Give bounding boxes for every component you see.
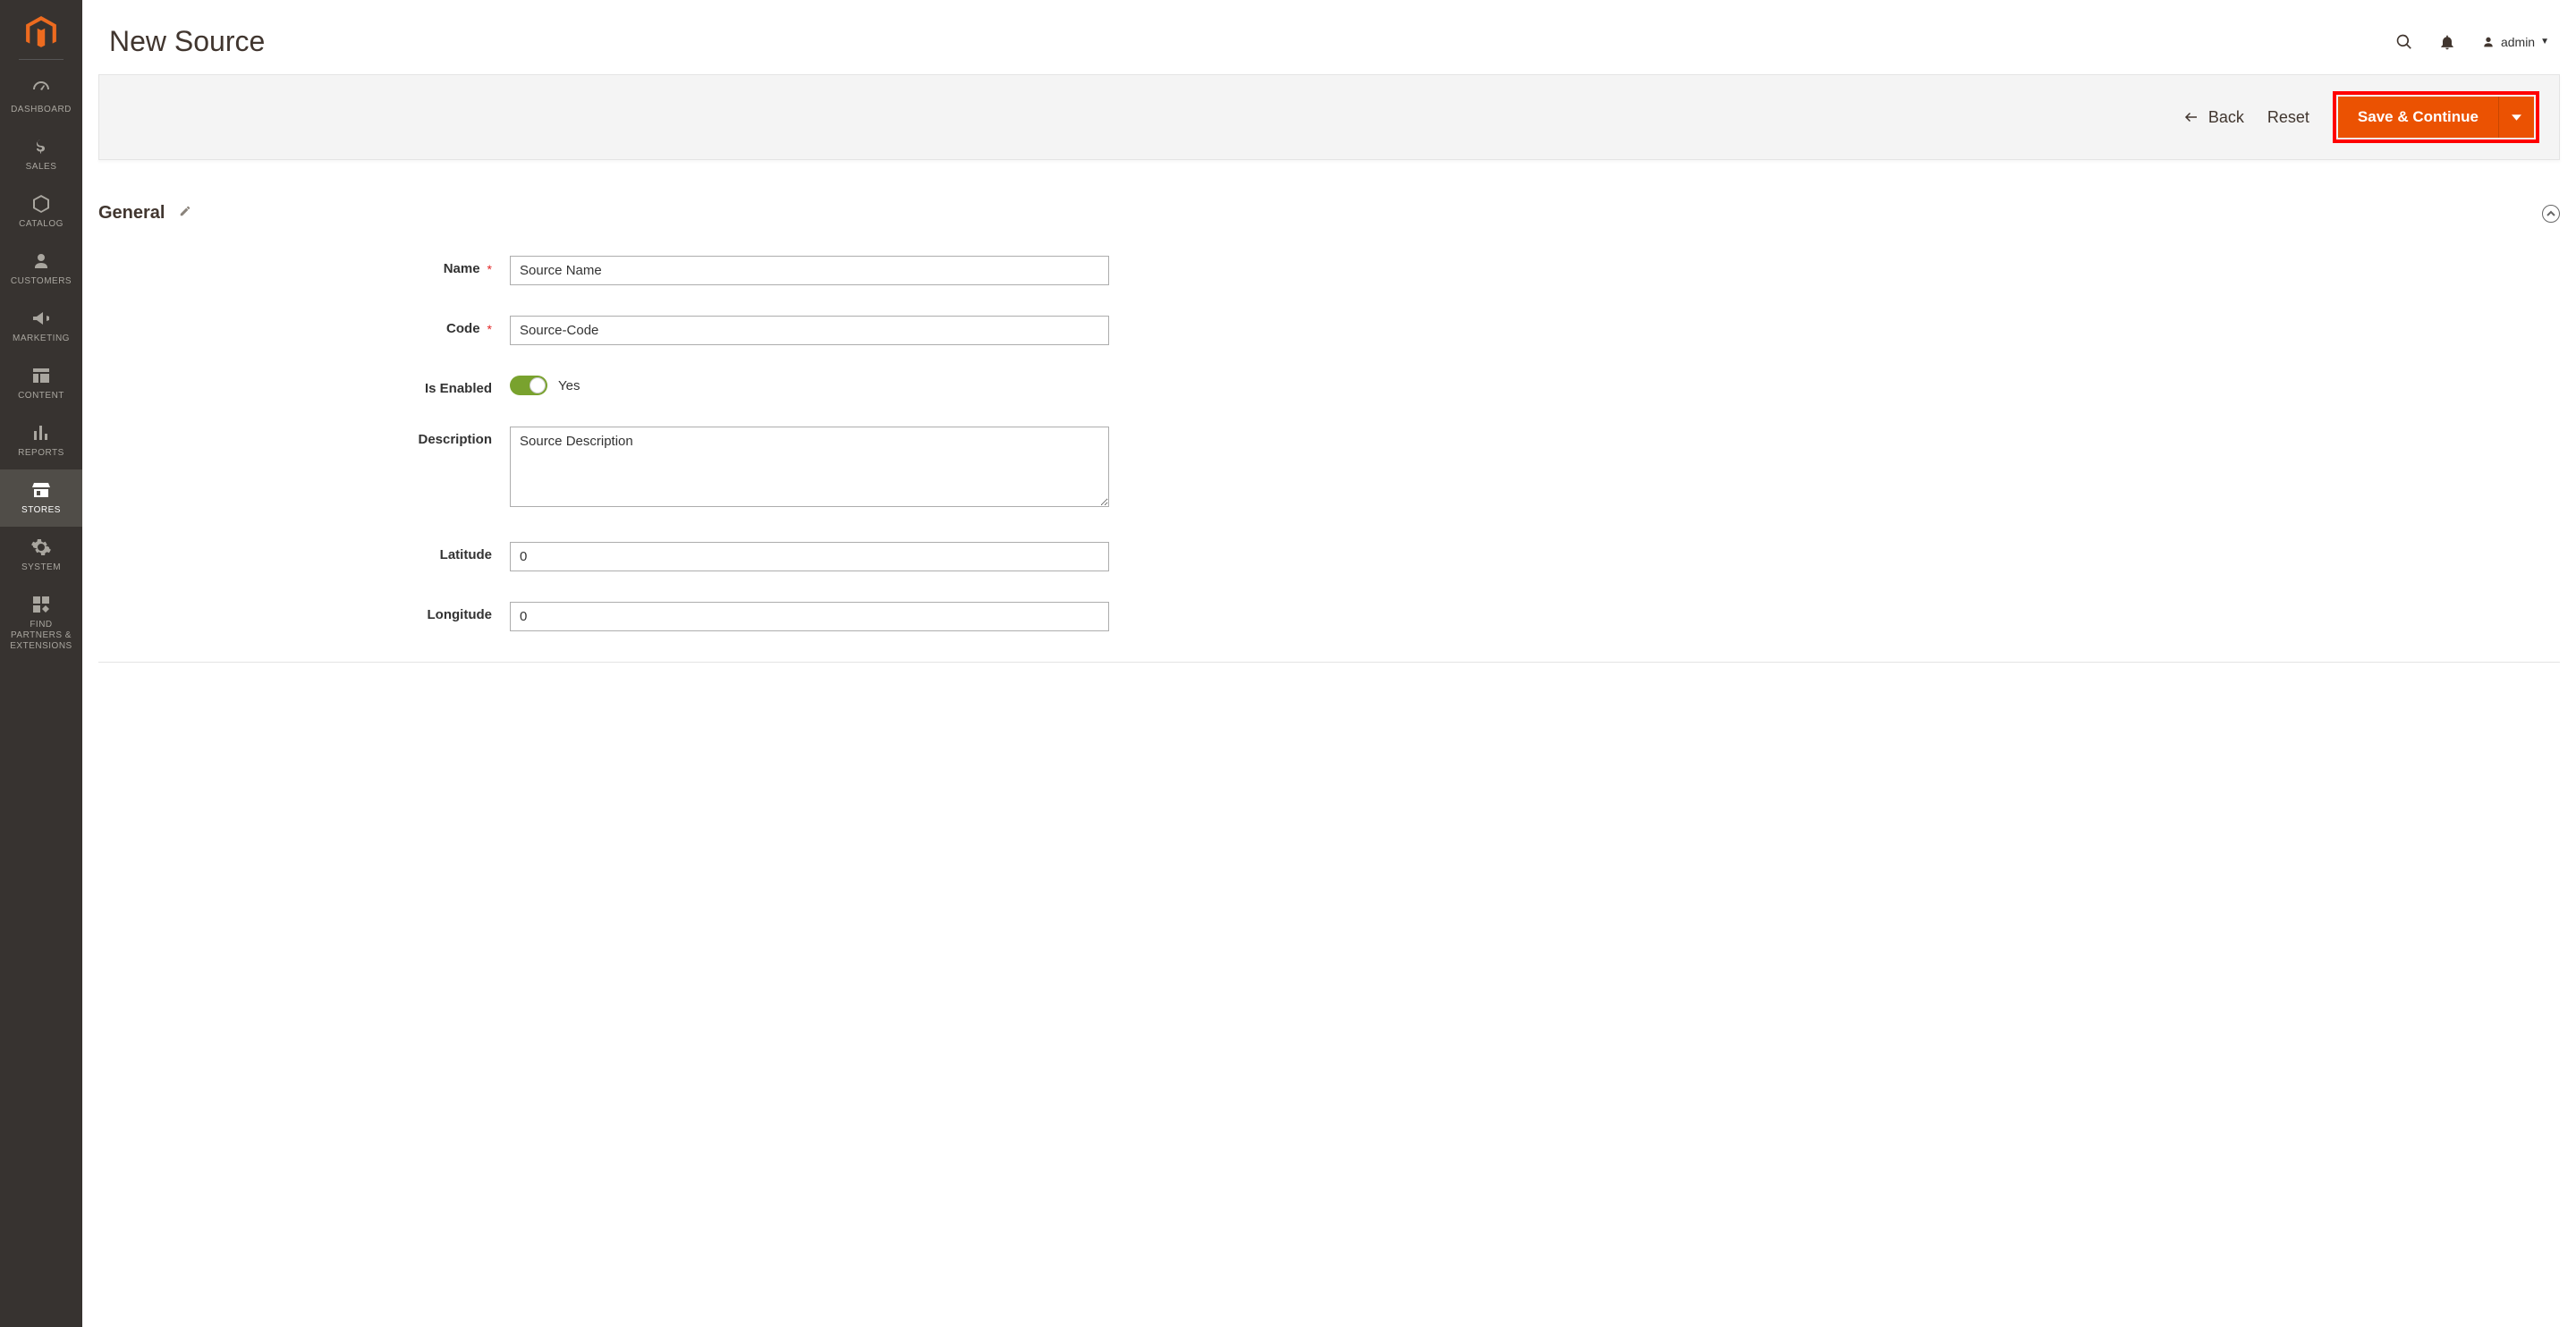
- page-title: New Source: [109, 25, 265, 58]
- save-highlight: Save & Continue: [2333, 91, 2539, 143]
- name-label: Name: [444, 261, 480, 276]
- sidebar-item-reports[interactable]: REPORTS: [0, 412, 82, 469]
- back-label: Back: [2208, 108, 2244, 127]
- dollar-icon: [4, 135, 79, 158]
- sidebar-item-catalog[interactable]: CATALOG: [0, 183, 82, 241]
- sidebar-item-content[interactable]: CONTENT: [0, 355, 82, 412]
- longitude-row: Longitude: [98, 602, 2560, 631]
- page-header: New Source admin ▼: [82, 0, 2576, 74]
- general-form: Name * Code * Is Enabled: [98, 256, 2560, 631]
- section-title: General: [98, 203, 165, 224]
- notifications-button[interactable]: [2438, 33, 2456, 51]
- collapse-section-button[interactable]: [2542, 205, 2560, 223]
- enabled-row: Is Enabled Yes: [98, 376, 2560, 396]
- longitude-label: Longitude: [428, 607, 492, 622]
- search-icon: [2395, 33, 2413, 51]
- description-label: Description: [418, 432, 492, 447]
- sidebar-item-label: CATALOG: [4, 219, 79, 230]
- person-icon: [4, 249, 79, 273]
- enabled-label: Is Enabled: [425, 381, 492, 396]
- sidebar-item-label: MARKETING: [4, 334, 79, 344]
- sidebar-item-dashboard[interactable]: DASHBOARD: [0, 69, 82, 126]
- bell-icon: [2438, 33, 2456, 51]
- magento-logo[interactable]: [24, 16, 58, 50]
- sidebar-item-label: CUSTOMERS: [4, 276, 79, 287]
- required-indicator: *: [487, 322, 492, 336]
- action-bar: Back Reset Save & Continue: [98, 74, 2560, 160]
- sidebar-divider: [19, 59, 64, 60]
- enabled-toggle[interactable]: [510, 376, 547, 395]
- dashboard-icon: [4, 78, 79, 101]
- sidebar-item-stores[interactable]: STORES: [0, 469, 82, 527]
- sidebar-item-label: STORES: [4, 505, 79, 516]
- section-divider: [98, 662, 2560, 663]
- storefront-icon: [4, 478, 79, 502]
- main-content: New Source admin ▼ Back Reset Save & Con…: [82, 0, 2576, 663]
- name-input[interactable]: [510, 256, 1109, 285]
- latitude-row: Latitude: [98, 542, 2560, 571]
- latitude-label: Latitude: [440, 547, 492, 562]
- arrow-left-icon: [2183, 109, 2199, 125]
- blocks-icon: [4, 593, 79, 616]
- latitude-input[interactable]: [510, 542, 1109, 571]
- triangle-down-icon: [2512, 113, 2521, 123]
- megaphone-icon: [4, 307, 79, 330]
- sidebar-item-customers[interactable]: CUSTOMERS: [0, 241, 82, 298]
- layout-icon: [4, 364, 79, 387]
- description-row: Description: [98, 427, 2560, 511]
- sidebar-item-label: SYSTEM: [4, 562, 79, 573]
- enabled-value: Yes: [558, 378, 580, 393]
- sidebar-item-label: CONTENT: [4, 391, 79, 401]
- sidebar-item-partners[interactable]: FIND PARTNERS & EXTENSIONS: [0, 584, 82, 663]
- edit-section-button[interactable]: [179, 205, 191, 222]
- longitude-input[interactable]: [510, 602, 1109, 631]
- sidebar-item-label: FIND PARTNERS & EXTENSIONS: [4, 620, 79, 652]
- reset-label: Reset: [2267, 108, 2309, 127]
- admin-sidebar: DASHBOARD SALES CATALOG CUSTOMERS MARKET…: [0, 0, 82, 1327]
- sidebar-item-label: REPORTS: [4, 448, 79, 459]
- bars-icon: [4, 421, 79, 444]
- search-button[interactable]: [2395, 33, 2413, 51]
- sidebar-item-label: DASHBOARD: [4, 105, 79, 115]
- chevron-up-icon: [2546, 209, 2555, 218]
- code-input[interactable]: [510, 316, 1109, 345]
- user-name: admin: [2501, 35, 2535, 49]
- box-icon: [4, 192, 79, 216]
- sidebar-item-sales[interactable]: SALES: [0, 126, 82, 183]
- save-dropdown-button[interactable]: [2498, 97, 2534, 138]
- section-head: General: [98, 203, 2560, 231]
- caret-down-icon: ▼: [2540, 37, 2549, 46]
- sidebar-item-marketing[interactable]: MARKETING: [0, 298, 82, 355]
- sidebar-item-system[interactable]: SYSTEM: [0, 527, 82, 584]
- name-row: Name *: [98, 256, 2560, 285]
- pencil-icon: [179, 205, 191, 217]
- user-icon: [2481, 35, 2496, 49]
- back-button[interactable]: Back: [2183, 108, 2244, 127]
- reset-button[interactable]: Reset: [2267, 108, 2309, 127]
- sidebar-item-label: SALES: [4, 162, 79, 173]
- general-section: General Name * Code: [98, 203, 2560, 631]
- toggle-knob: [530, 377, 546, 393]
- required-indicator: *: [487, 262, 492, 276]
- gear-icon: [4, 536, 79, 559]
- save-continue-button[interactable]: Save & Continue: [2338, 97, 2498, 138]
- description-input[interactable]: [510, 427, 1109, 507]
- code-label: Code: [446, 321, 480, 336]
- header-tools: admin ▼: [2395, 33, 2549, 51]
- code-row: Code *: [98, 316, 2560, 345]
- user-menu[interactable]: admin ▼: [2481, 35, 2549, 49]
